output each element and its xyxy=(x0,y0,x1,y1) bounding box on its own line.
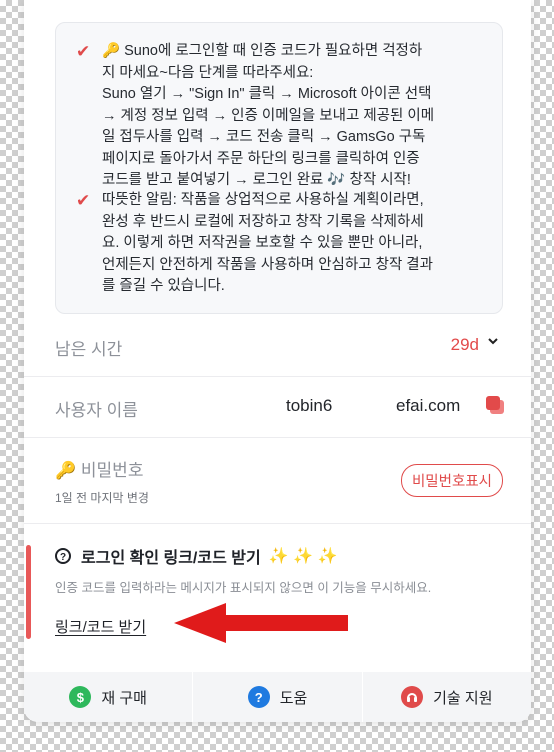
login-instructions-notice: ✔ 🔑 Suno에 로그인할 때 인증 코드가 필요하면 걱정하 지 마세요~다… xyxy=(55,22,503,314)
remaining-time-label: 남은 시간 xyxy=(55,340,123,359)
notice-line: 요. 이렇게 하면 저작권을 보호할 수 있을 뿐만 아니라, xyxy=(102,235,423,251)
check-icon: ✔ xyxy=(76,191,91,210)
notice-line: → 계정 정보 입력 → 인증 이메일을 보내고 제공된 이메 xyxy=(102,107,435,124)
help-button[interactable]: ? 도움 xyxy=(192,672,361,722)
section-accent-bar xyxy=(26,545,31,639)
notice-item-commercial-use: ✔ 따뜻한 알림: 작품을 상업적으로 사용하실 계획이라면, 완성 후 반드시… xyxy=(76,190,484,298)
divider xyxy=(24,437,531,438)
login-confirm-title-text: 로그인 확인 링크/코드 받기 xyxy=(81,550,261,567)
notice-line: 일 접두사를 입력 → 코드 전송 클릭 → GamsGo 구독 xyxy=(102,129,426,145)
username-label: 사용자 이름 xyxy=(55,401,138,420)
notice-line: 🔑 Suno에 로그인할 때 인증 코드가 필요하면 걱정하 xyxy=(102,43,423,59)
help-circle-icon: ? xyxy=(55,548,71,564)
show-password-button[interactable]: 비밀번호표시 xyxy=(400,464,503,497)
password-changed-note: 1일 전 마지막 변경 xyxy=(55,491,149,505)
help-label: 도움 xyxy=(279,689,308,707)
divider xyxy=(24,523,531,524)
email-fragment: efai.com xyxy=(396,396,461,415)
login-confirm-section: ? 로그인 확인 링크/코드 받기 ✨ ✨ ✨ 인증 코드를 입력하라는 메시지… xyxy=(24,527,531,667)
help-icon: ? xyxy=(247,686,270,708)
notice-line: 따뜻한 알림: 작품을 상업적으로 사용하실 계획이라면, xyxy=(102,192,424,208)
chevron-down-icon[interactable] xyxy=(487,335,499,350)
notice-line: 페이지로 돌아가서 주문 하단의 링크를 클릭하여 인증 xyxy=(102,150,420,167)
check-icon: ✔ xyxy=(76,42,91,61)
repurchase-button[interactable]: $ 재 구매 xyxy=(24,672,192,722)
sparkles-icon: ✨ ✨ ✨ xyxy=(268,548,338,565)
dollar-icon: $ xyxy=(69,686,92,708)
notice-line: 완성 후 반드시 로컬에 저장하고 창작 기록을 삭제하세 xyxy=(102,213,424,230)
repurchase-label: 재 구매 xyxy=(101,689,147,707)
tech-support-button[interactable]: 기술 지원 xyxy=(361,672,531,722)
account-card: ✔ 🔑 Suno에 로그인할 때 인증 코드가 필요하면 걱정하 지 마세요~다… xyxy=(24,0,531,722)
support-icon xyxy=(401,686,424,708)
notice-line: 지 마세요~다음 단계를 따라주세요: xyxy=(102,64,314,81)
notice-line: Suno 열기 → "Sign In" 클릭 → Microsoft 아이콘 선… xyxy=(102,86,432,102)
footer-actions: $ 재 구매 ? 도움 기술 지원 xyxy=(24,672,531,722)
username-value: tobin6 xyxy=(286,396,333,415)
password-label: 비밀번호 xyxy=(80,461,144,480)
svg-text:?: ? xyxy=(60,552,66,563)
login-confirm-title: ? 로그인 확인 링크/코드 받기 ✨ ✨ ✨ xyxy=(55,544,337,568)
notice-line: 코드를 받고 붙여넣기 → 로그인 완료 🎶 창작 시작! xyxy=(102,172,411,188)
divider xyxy=(24,376,531,377)
login-confirm-description: 인증 코드를 입력하라는 메시지가 표시되지 않으면 이 기능을 무시하세요. xyxy=(55,581,432,595)
notice-item-login-steps: ✔ 🔑 Suno에 로그인할 때 인증 코드가 필요하면 걱정하 지 마세요~다… xyxy=(76,41,484,192)
notice-line: 를 즐길 수 있습니다. xyxy=(102,278,225,294)
copy-icon[interactable] xyxy=(484,394,506,416)
red-arrow-icon xyxy=(174,603,348,643)
notice-line: 언제든지 안전하게 작품을 사용하며 안심하고 창작 결과 xyxy=(102,256,433,273)
tech-support-label: 기술 지원 xyxy=(433,689,493,707)
get-link-code-link[interactable]: 링크/코드 받기 xyxy=(55,616,146,637)
key-icon: 🔑 xyxy=(55,461,77,480)
remaining-time-value: 29d xyxy=(450,335,479,354)
